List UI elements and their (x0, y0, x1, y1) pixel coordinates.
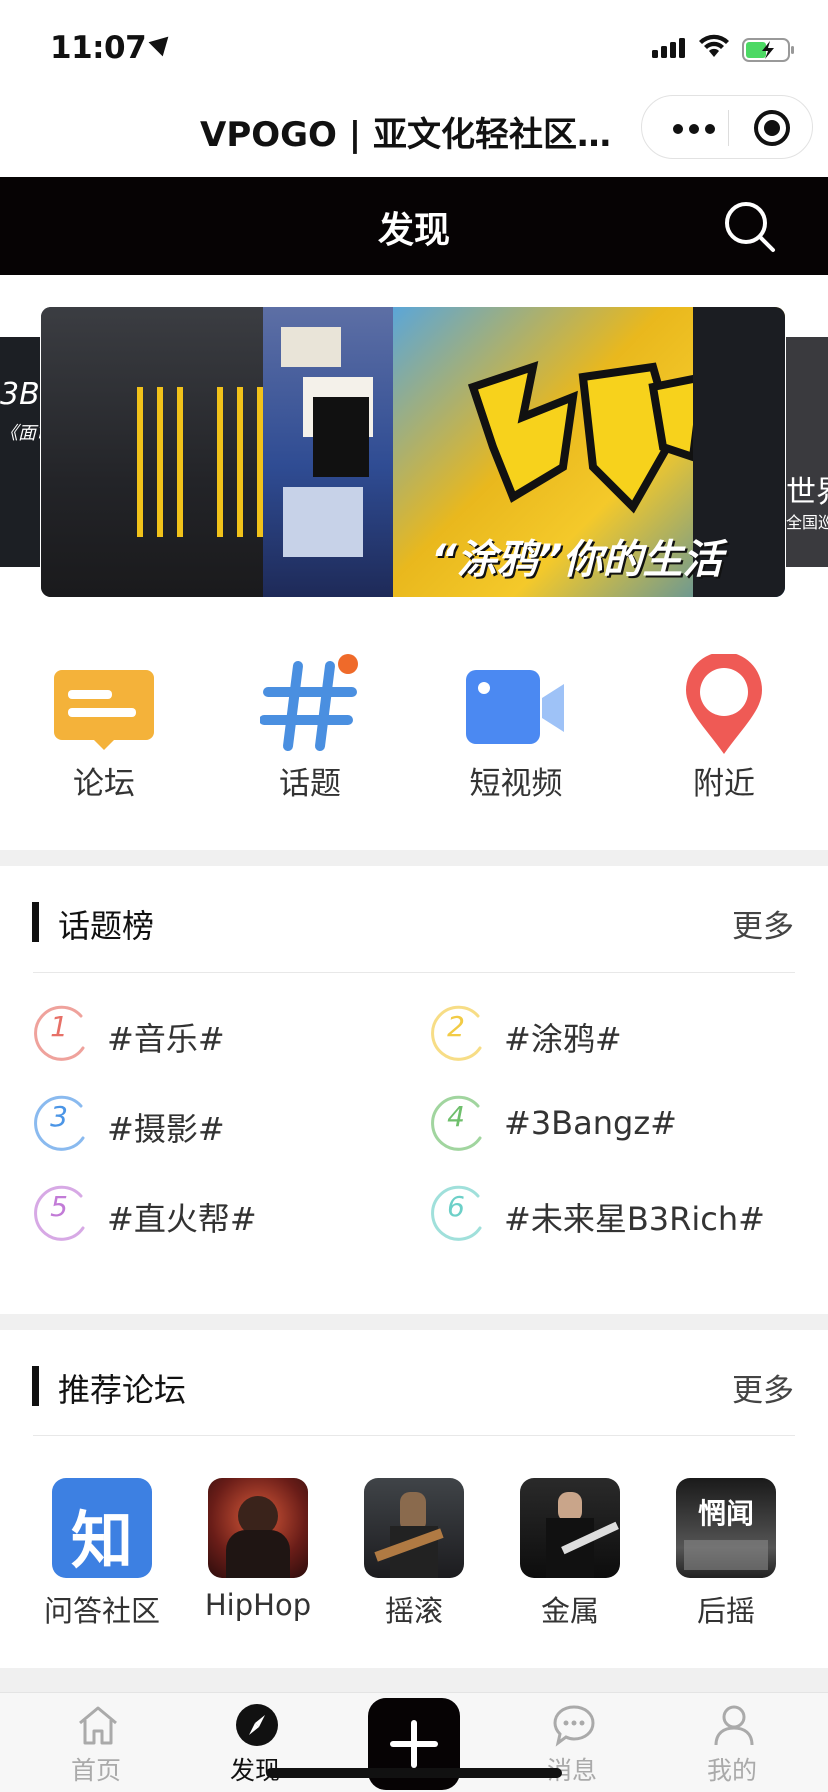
topic-name: #直火帮# (107, 1200, 257, 1238)
quick-entry-topic[interactable]: 话题 (230, 640, 390, 810)
battery-charging-icon (742, 38, 794, 62)
forum-item-qa[interactable]: 知 问答社区 (27, 1478, 177, 1638)
forum-thumb-rock (364, 1478, 464, 1578)
section-title-bar (32, 902, 39, 942)
quick-entry-label: 短视频 (469, 766, 563, 802)
topic-rank: 5 (50, 1190, 68, 1223)
quick-entry-grid: 论坛 话题 短视频 附近 (0, 640, 828, 840)
section-separator (0, 1668, 828, 1692)
banner-next-text: 世界 (786, 475, 828, 510)
tab-profile[interactable]: 我的 (672, 1703, 792, 1791)
topics-more-link[interactable]: 更多 (732, 901, 794, 946)
band-logo-icon: 惘闻 (697, 1497, 754, 1530)
topic-rank: 6 (447, 1190, 465, 1223)
quick-entry-label: 话题 (279, 766, 341, 802)
location-arrow-icon (148, 29, 176, 57)
topics-section-title: 话题榜 (58, 907, 155, 945)
banner-prev-text: 3Ba (0, 377, 40, 412)
tab-home[interactable]: 首页 (36, 1703, 156, 1791)
forum-thumb-postrock: 惘闻 (676, 1478, 776, 1578)
forums-section-title: 推荐论坛 (58, 1371, 187, 1409)
forum-item-metal[interactable]: 金属 (495, 1478, 645, 1638)
topic-name: #涂鸦# (504, 1020, 622, 1058)
forum-thumb-metal (520, 1478, 620, 1578)
page-header: 发现 (0, 177, 828, 275)
forums-more-link[interactable]: 更多 (732, 1365, 794, 1410)
status-time-text: 11:07 (50, 30, 147, 66)
zhi-logo-icon: 知 (70, 1504, 133, 1577)
wifi-icon (699, 34, 729, 57)
topics-section-header: 话题榜 更多 (0, 868, 828, 974)
quick-entry-video[interactable]: 短视频 (436, 640, 596, 810)
hashtag-icon (260, 654, 358, 751)
search-icon[interactable] (722, 199, 778, 255)
topic-item[interactable]: 4 #3Bangz# (430, 1094, 810, 1164)
topic-item[interactable]: 6 #未来星B3Rich# (430, 1184, 810, 1254)
banner-next-slide[interactable]: 世界 全国巡 (786, 337, 828, 567)
topic-name: #摄影# (107, 1110, 225, 1148)
banner-caption: “涂鸦”你的生活 (431, 537, 723, 583)
topic-item[interactable]: 3 #摄影# (33, 1094, 413, 1164)
banner-prev-slide[interactable]: 3Ba 《面市 (0, 337, 40, 567)
forum-label: 摇滚 (384, 1594, 443, 1628)
topic-rank: 1 (50, 1010, 68, 1043)
forum-item-postrock[interactable]: 惘闻 后摇 (651, 1478, 801, 1638)
banner-slide[interactable]: “涂鸦”你的生活 (41, 307, 785, 597)
banner-prev-subtext: 《面市 (0, 423, 40, 444)
section-divider (33, 1435, 795, 1436)
topic-rank: 3 (50, 1100, 68, 1133)
topic-item[interactable]: 5 #直火帮# (33, 1184, 413, 1254)
quick-entry-forum[interactable]: 论坛 (24, 640, 184, 810)
forum-thumb-hiphop (208, 1478, 308, 1578)
forum-item-hiphop[interactable]: HipHop (183, 1478, 333, 1638)
quick-entry-nearby[interactable]: 附近 (644, 640, 804, 810)
forum-label: 后摇 (696, 1594, 755, 1628)
forum-label: HipHop (204, 1588, 312, 1622)
section-divider (33, 972, 795, 973)
page-title: 发现 (377, 210, 450, 251)
forum-label: 问答社区 (43, 1594, 160, 1628)
close-miniprogram-icon[interactable] (754, 110, 790, 146)
more-menu-icon[interactable] (667, 96, 727, 160)
tab-label: 我的 (706, 1756, 757, 1785)
section-separator (0, 850, 828, 866)
quick-entry-label: 论坛 (73, 766, 135, 802)
miniprogram-nav-bar: VPOGO | 亚文化轻社区：… (0, 95, 828, 177)
topic-rank: 4 (447, 1100, 465, 1133)
miniprogram-capsule (641, 95, 813, 159)
forums-section-header: 推荐论坛 更多 (0, 1332, 828, 1438)
topic-name: #音乐# (107, 1020, 225, 1058)
section-title-bar (32, 1366, 39, 1406)
person-icon (714, 1705, 754, 1746)
topic-rank: 2 (447, 1010, 465, 1043)
video-camera-icon (466, 670, 564, 744)
cellular-signal-icon (652, 38, 685, 58)
compass-icon (236, 1704, 278, 1746)
home-icon (79, 1706, 117, 1745)
section-separator (0, 1314, 828, 1330)
topic-item[interactable]: 1 #音乐# (33, 1004, 413, 1074)
capsule-divider (728, 110, 729, 146)
forum-chat-icon (54, 670, 154, 750)
banner-next-subtext: 全国巡 (786, 513, 828, 532)
quick-entry-label: 附近 (693, 766, 755, 802)
miniprogram-title: VPOGO | 亚文化轻社区：… (200, 115, 630, 155)
tab-label: 首页 (70, 1756, 121, 1785)
topic-item[interactable]: 2 #涂鸦# (430, 1004, 810, 1074)
forum-thumb-qa: 知 (52, 1478, 152, 1578)
forum-label: 金属 (540, 1594, 599, 1628)
status-time: 11:07 (50, 29, 176, 66)
home-indicator (266, 1768, 562, 1778)
forum-item-rock[interactable]: 摇滚 (339, 1478, 489, 1638)
topic-name: #未来星B3Rich# (504, 1200, 765, 1238)
banner-carousel[interactable]: 3Ba 《面市 “涂鸦”你的生活 世界 全国巡 (0, 275, 828, 615)
location-pin-icon (686, 654, 762, 754)
message-bubble-icon (553, 1705, 595, 1747)
topic-name: #3Bangz# (504, 1104, 677, 1142)
status-bar: 11:07 (0, 0, 828, 95)
